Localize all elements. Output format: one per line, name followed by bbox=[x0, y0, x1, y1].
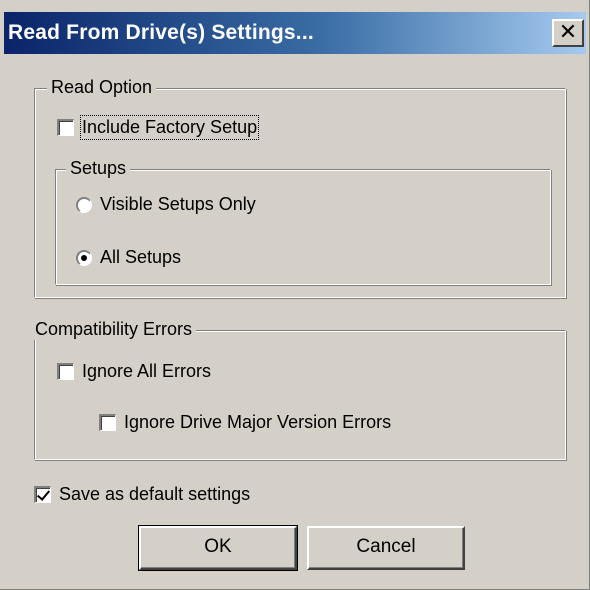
save-default-checkbox[interactable] bbox=[34, 486, 51, 503]
ok-button[interactable]: OK bbox=[138, 525, 298, 571]
close-button[interactable]: ✕ bbox=[552, 19, 584, 47]
ignore-all-errors-option[interactable]: Ignore All Errors bbox=[57, 361, 211, 382]
read-option-legend: Read Option bbox=[47, 77, 157, 98]
include-factory-setup-checkbox[interactable] bbox=[57, 119, 74, 136]
read-option-group: Read Option Include Factory Setup Setups… bbox=[34, 77, 566, 298]
cancel-button[interactable]: Cancel bbox=[307, 526, 465, 570]
visible-setups-only-label: Visible Setups Only bbox=[100, 194, 256, 214]
all-setups-radio[interactable] bbox=[76, 249, 92, 266]
radio-all-setups[interactable]: All Setups bbox=[76, 247, 181, 268]
dialog-title: Read From Drive(s) Settings... bbox=[8, 21, 314, 44]
ignore-major-version-checkbox[interactable] bbox=[99, 414, 116, 431]
save-default-option[interactable]: Save as default settings bbox=[34, 484, 250, 505]
ignore-all-errors-label: Ignore All Errors bbox=[82, 361, 212, 381]
settings-dialog: Read From Drive(s) Settings... ✕ Read Op… bbox=[0, 0, 590, 590]
ignore-all-errors-checkbox[interactable] bbox=[57, 363, 74, 380]
setups-legend: Setups bbox=[66, 158, 131, 179]
include-factory-setup-option[interactable]: Include Factory Setup bbox=[57, 115, 260, 140]
all-setups-label: All Setups bbox=[100, 247, 182, 267]
include-factory-setup-label: Include Factory Setup bbox=[79, 115, 260, 140]
save-default-label: Save as default settings bbox=[59, 484, 251, 504]
visible-setups-only-radio[interactable] bbox=[76, 196, 92, 213]
setups-group: Setups Visible Setups Only All Setups bbox=[55, 158, 551, 285]
ignore-major-version-option[interactable]: Ignore Drive Major Version Errors bbox=[99, 412, 391, 433]
title-bar[interactable]: Read From Drive(s) Settings... ✕ bbox=[4, 12, 586, 54]
ignore-major-version-label: Ignore Drive Major Version Errors bbox=[124, 412, 392, 432]
close-icon: ✕ bbox=[558, 20, 578, 45]
compatibility-errors-legend: Compatibility Errors bbox=[31, 319, 197, 340]
compatibility-errors-group: Compatibility Errors Ignore All Errors I… bbox=[31, 319, 566, 460]
radio-visible-setups-only[interactable]: Visible Setups Only bbox=[76, 194, 256, 215]
